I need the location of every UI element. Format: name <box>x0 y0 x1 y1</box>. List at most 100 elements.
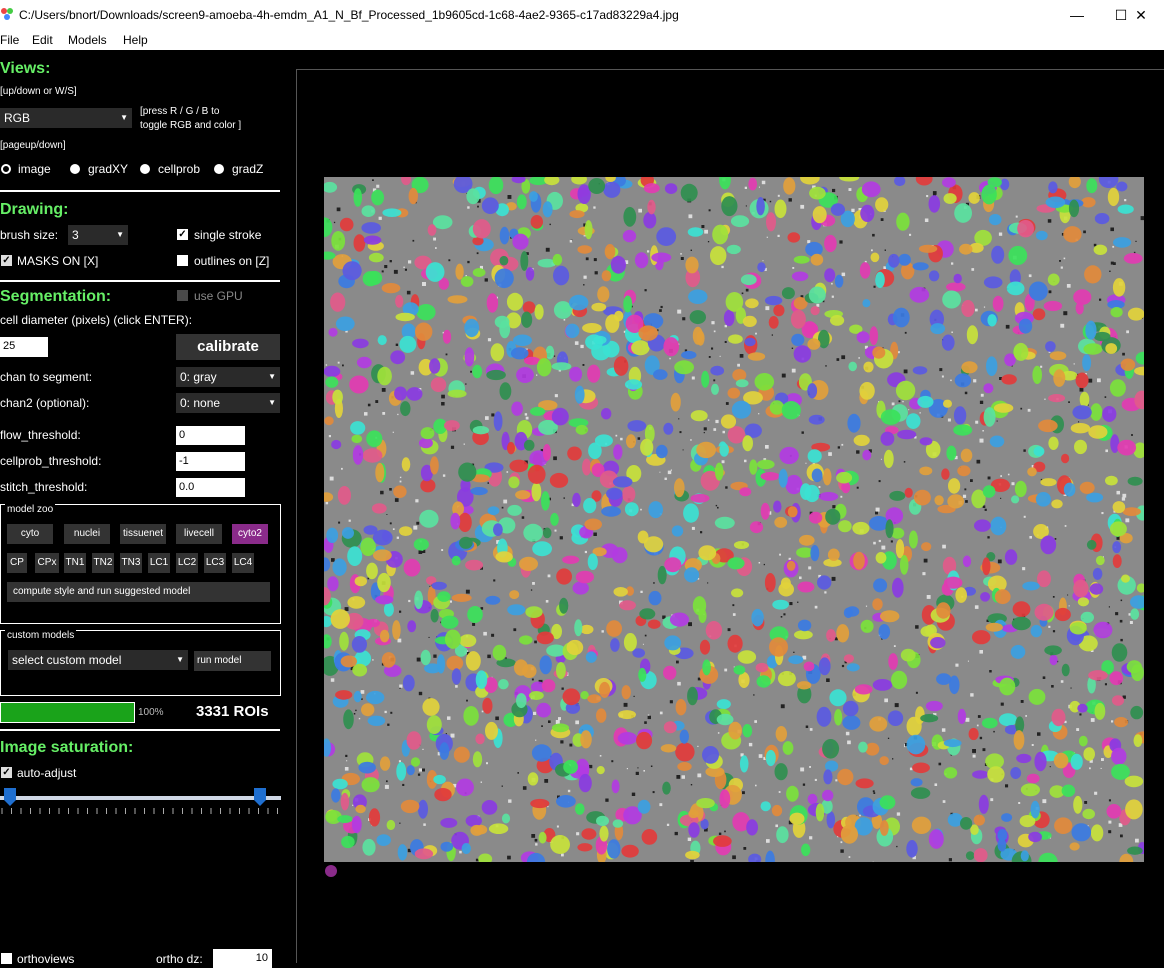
cell-mask <box>638 800 651 814</box>
saturation-slider-high-handle[interactable] <box>254 788 266 806</box>
texture-speck <box>408 600 410 602</box>
single-stroke-checkbox[interactable]: ✓ <box>177 229 188 240</box>
model-livecell-button[interactable]: livecell <box>176 524 222 544</box>
cell-mask <box>749 459 757 474</box>
cellprob-threshold-input[interactable]: -1 <box>176 452 245 471</box>
saturation-slider-low-handle[interactable] <box>4 788 16 806</box>
texture-speck <box>342 365 344 367</box>
brush-size-select[interactable]: 3 ▼ <box>68 225 128 245</box>
cell-mask <box>685 851 700 860</box>
cell-mask <box>958 709 966 724</box>
radio-cellprob[interactable] <box>140 164 150 174</box>
cell-mask <box>941 468 949 479</box>
cell-mask <box>1094 245 1108 255</box>
cell-mask <box>693 327 703 345</box>
texture-speck <box>721 266 723 268</box>
run-model-button[interactable]: run model <box>194 651 271 671</box>
model-tissuenet-button[interactable]: tissuenet <box>120 524 166 544</box>
texture-speck <box>718 732 720 734</box>
views-select[interactable]: RGB ▼ <box>0 108 132 128</box>
model-nuclei-button[interactable]: nuclei <box>64 524 110 544</box>
texture-speck <box>487 655 491 659</box>
segmentation-image[interactable] <box>324 177 1144 862</box>
model-cp-button[interactable]: CP <box>7 553 27 573</box>
model-lc4-button[interactable]: LC4 <box>232 553 254 573</box>
model-lc3-button[interactable]: LC3 <box>204 553 226 573</box>
menu-models[interactable]: Models <box>68 33 107 47</box>
menu-edit[interactable]: Edit <box>32 33 53 47</box>
use-gpu-checkbox[interactable] <box>177 290 188 301</box>
cell-mask <box>459 537 473 549</box>
texture-speck <box>643 770 645 772</box>
cell-mask <box>772 600 789 610</box>
cell-mask <box>844 654 854 663</box>
texture-speck <box>441 549 443 551</box>
model-cyto-button[interactable]: cyto <box>7 524 53 544</box>
cell-mask <box>470 825 483 836</box>
cell-mask <box>599 682 610 698</box>
texture-speck <box>982 430 984 432</box>
texture-speck <box>605 799 608 802</box>
cell-mask <box>573 581 589 594</box>
texture-speck <box>651 766 653 768</box>
cell-mask <box>1010 767 1021 779</box>
texture-speck <box>682 775 686 779</box>
menu-help[interactable]: Help <box>123 33 148 47</box>
cell-mask <box>761 472 780 481</box>
radio-image[interactable] <box>1 164 11 174</box>
custom-model-select[interactable]: select custom model ▼ <box>8 650 188 670</box>
chevron-down-icon: ▼ <box>176 650 184 670</box>
texture-speck <box>975 421 978 424</box>
stitch-threshold-input[interactable]: 0.0 <box>176 478 245 497</box>
auto-adjust-checkbox[interactable]: ✓ <box>1 767 12 778</box>
close-button[interactable]: ✕ <box>1118 0 1164 30</box>
radio-gradz[interactable] <box>214 164 224 174</box>
texture-speck <box>393 432 394 433</box>
texture-speck <box>975 605 979 609</box>
outlines-on-checkbox[interactable] <box>177 255 188 266</box>
model-tn1-button[interactable]: TN1 <box>64 553 86 573</box>
texture-speck <box>379 217 382 220</box>
texture-speck <box>422 282 426 286</box>
minimize-button[interactable]: — <box>1054 0 1100 30</box>
chan-segment-select[interactable]: 0: gray ▼ <box>176 367 280 387</box>
model-lc1-button[interactable]: LC1 <box>148 553 170 573</box>
cell-mask <box>1011 495 1019 503</box>
flow-threshold-input[interactable]: 0 <box>176 426 245 445</box>
compute-style-button[interactable]: compute style and run suggested model <box>7 582 270 602</box>
chan2-select[interactable]: 0: none ▼ <box>176 393 280 413</box>
texture-speck <box>1071 688 1072 689</box>
masks-on-checkbox[interactable]: ✓ <box>1 255 12 266</box>
model-tn2-button[interactable]: TN2 <box>92 553 114 573</box>
cell-mask <box>1090 583 1104 594</box>
model-cpx-button[interactable]: CPx <box>35 553 59 573</box>
menu-file[interactable]: File <box>0 33 19 47</box>
model-tn3-button[interactable]: TN3 <box>120 553 142 573</box>
cell-mask <box>1055 608 1071 621</box>
cell-mask <box>862 181 881 197</box>
cell-mask <box>728 635 743 653</box>
chevron-down-icon: ▼ <box>116 225 124 245</box>
cell-mask <box>748 352 765 361</box>
cell-diameter-input[interactable]: 25 <box>0 337 48 357</box>
ortho-dz-input[interactable]: 10 <box>213 949 272 968</box>
cell-mask <box>681 351 696 359</box>
cell-mask <box>398 844 408 860</box>
texture-speck <box>725 341 727 343</box>
texture-speck <box>531 589 532 590</box>
cell-mask <box>688 810 699 819</box>
orthoviews-checkbox[interactable] <box>1 953 12 964</box>
texture-speck <box>375 400 378 403</box>
radio-gradxy[interactable] <box>70 164 80 174</box>
cell-mask <box>368 716 386 726</box>
texture-speck <box>832 296 834 298</box>
texture-speck <box>993 731 995 733</box>
saturation-slider-track[interactable] <box>0 796 281 800</box>
texture-speck <box>753 694 754 695</box>
texture-speck <box>772 334 773 335</box>
cell-mask <box>459 634 476 647</box>
model-lc2-button[interactable]: LC2 <box>176 553 198 573</box>
model-cyto2-button[interactable]: cyto2 <box>232 524 268 544</box>
calibrate-button[interactable]: calibrate <box>176 334 280 360</box>
auto-adjust-label: auto-adjust <box>17 766 76 780</box>
